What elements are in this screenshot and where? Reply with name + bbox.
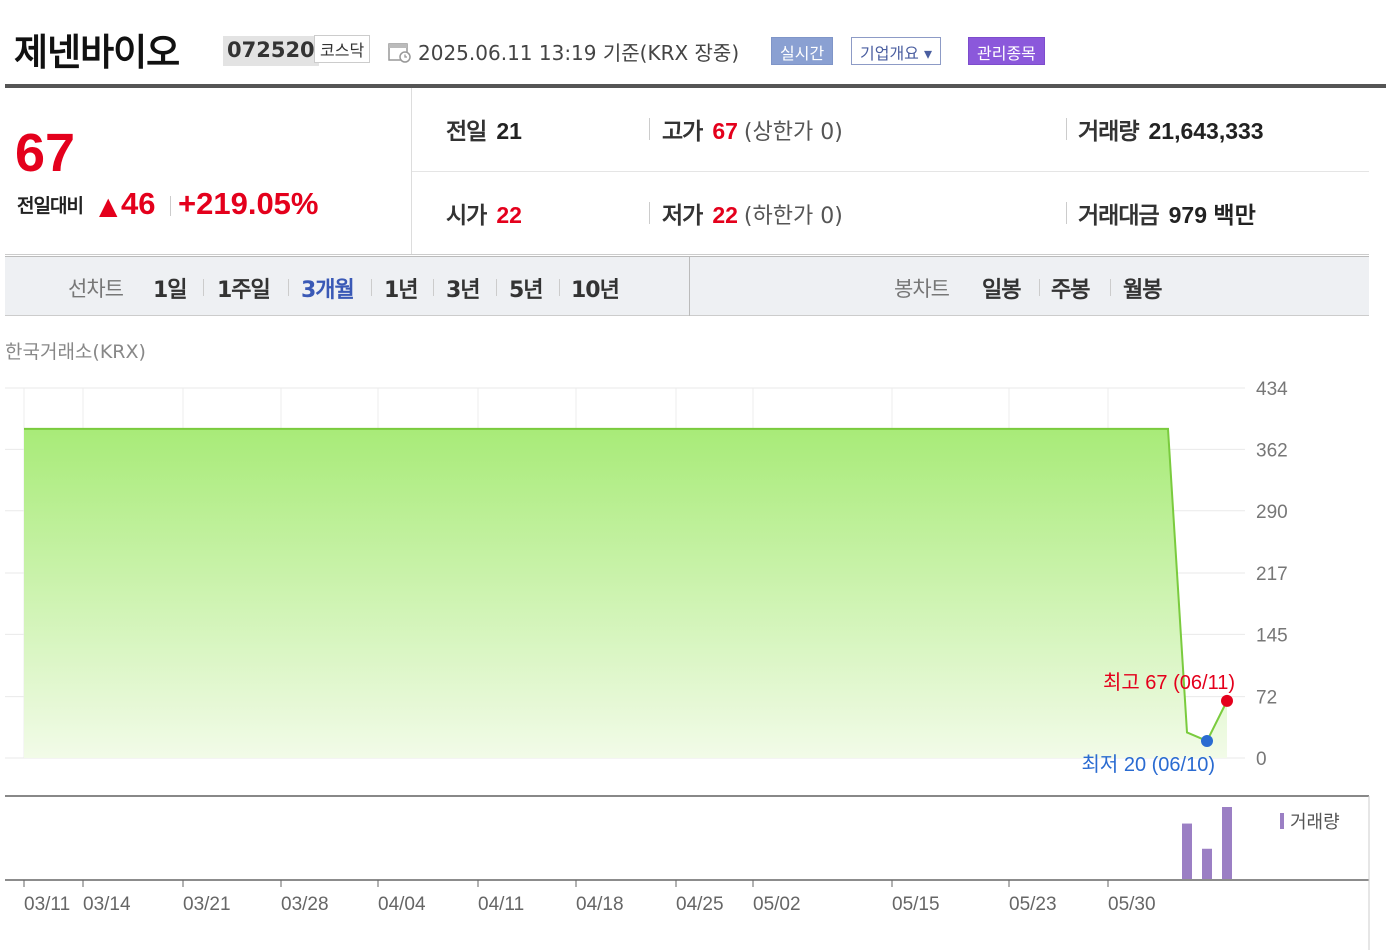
market-badge: 코스닥 bbox=[314, 35, 371, 63]
x-tick-label: 03/21 bbox=[183, 894, 231, 915]
divider bbox=[1066, 118, 1067, 140]
current-price: 67 bbox=[15, 123, 76, 183]
stock-code: 072520 bbox=[223, 36, 319, 66]
high-annotation: 최고 67 (06/11) bbox=[1103, 671, 1235, 694]
tab-5year[interactable]: 5년 bbox=[509, 272, 544, 304]
x-tick-label: 04/11 bbox=[478, 894, 524, 915]
tab-daily-candle[interactable]: 일봉 bbox=[982, 272, 1021, 304]
volume-value: 21,643,333 bbox=[1148, 118, 1264, 144]
company-info-dropdown[interactable]: 기업개요 ▾ bbox=[851, 37, 941, 65]
x-tick-label: 05/02 bbox=[753, 894, 801, 915]
calendar-icon bbox=[388, 43, 411, 63]
realtime-button[interactable]: 실시간 bbox=[771, 37, 834, 65]
price-summary: 67 전일대비 ▲ 46 +219.05% bbox=[5, 88, 412, 255]
y-tick-label: 290 bbox=[1256, 502, 1288, 523]
price-change: 46 bbox=[121, 186, 156, 221]
managed-stock-badge[interactable]: 관리종목 bbox=[968, 37, 1045, 65]
tab-1year[interactable]: 1년 bbox=[384, 272, 419, 304]
volume-bar bbox=[1182, 823, 1192, 879]
x-tick-label: 03/14 bbox=[83, 894, 131, 915]
high-stat: 고가 67 (상한가 0) bbox=[662, 112, 843, 146]
low-point-marker bbox=[1201, 734, 1213, 747]
data-source: 한국거래소(KRX) bbox=[5, 341, 146, 363]
divider bbox=[1110, 279, 1111, 296]
x-tick-label: 05/15 bbox=[892, 894, 940, 915]
open-stat: 시가 22 bbox=[446, 196, 522, 230]
tab-weekly-candle[interactable]: 주봉 bbox=[1051, 272, 1090, 304]
divider bbox=[433, 279, 434, 296]
divider bbox=[288, 279, 289, 296]
volume-bar bbox=[1222, 807, 1232, 879]
divider bbox=[559, 279, 560, 296]
low-value: 22 bbox=[712, 202, 738, 228]
x-tick-label: 05/30 bbox=[1108, 894, 1156, 915]
x-tick-label: 05/23 bbox=[1009, 894, 1057, 915]
volume-legend-label: 거래량 bbox=[1290, 812, 1340, 832]
divider bbox=[496, 279, 497, 296]
stats-row: 시가 22 저가 22 (하한가 0) 거래대금 979 백만 bbox=[412, 172, 1369, 256]
line-chart-label: 선차트 bbox=[68, 277, 124, 301]
x-tick-label: 04/04 bbox=[378, 894, 426, 915]
low-annotation: 최저 20 (06/10) bbox=[1081, 753, 1215, 776]
y-tick-label: 217 bbox=[1256, 564, 1288, 585]
divider bbox=[5, 254, 1369, 255]
prev-close-value: 21 bbox=[496, 118, 522, 144]
y-tick-label: 145 bbox=[1256, 625, 1288, 646]
amount-stat: 거래대금 979 백만 bbox=[1078, 196, 1256, 230]
y-tick-label: 0 bbox=[1256, 749, 1267, 770]
lower-limit-count: (하한가 0) bbox=[743, 204, 843, 229]
stock-header: 제넨바이오 072520 코스닥 2025.06.11 13:19 기준(KRX… bbox=[0, 0, 1386, 84]
upper-limit-count: (상한가 0) bbox=[743, 120, 843, 145]
tab-10year[interactable]: 10년 bbox=[571, 272, 620, 304]
high-value: 67 bbox=[712, 118, 738, 144]
prev-close-label: 전일 bbox=[446, 119, 487, 145]
candle-chart-label: 봉차트 bbox=[894, 277, 950, 301]
price-area bbox=[24, 428, 1227, 758]
y-tick-label: 72 bbox=[1256, 688, 1277, 709]
tab-3year[interactable]: 3년 bbox=[446, 272, 481, 304]
volume-stat: 거래량 21,643,333 bbox=[1078, 112, 1264, 146]
y-tick-label: 362 bbox=[1256, 440, 1288, 461]
tab-1week[interactable]: 1주일 bbox=[217, 272, 271, 304]
divider bbox=[1066, 202, 1067, 224]
company-name: 제넨바이오 bbox=[14, 31, 180, 74]
chart-tab-bar: 선차트 1일 1주일 3개월 1년 3년 5년 10년 봉차트 일봉 주봉 월봉 bbox=[5, 256, 1369, 316]
volume-label: 거래량 bbox=[1078, 119, 1139, 145]
divider bbox=[1039, 279, 1040, 296]
divider bbox=[649, 118, 650, 140]
high-point-marker bbox=[1221, 694, 1233, 707]
open-value: 22 bbox=[496, 202, 522, 228]
low-stat: 저가 22 (하한가 0) bbox=[662, 196, 843, 230]
x-tick-label: 04/18 bbox=[576, 894, 624, 915]
price-stats: 전일 21 고가 67 (상한가 0) 거래량 21,643,333 시가 22 저가 22… bbox=[412, 88, 1369, 255]
amount-value: 979 백만 bbox=[1168, 202, 1256, 228]
stats-row: 전일 21 고가 67 (상한가 0) 거래량 21,643,333 bbox=[412, 88, 1369, 172]
volume-legend-swatch bbox=[1280, 813, 1284, 829]
x-tick-label: 03/11 bbox=[24, 894, 70, 915]
divider bbox=[170, 196, 171, 216]
divider bbox=[203, 279, 204, 296]
base-datetime: 2025.06.11 13:19 기준(KRX 장중) bbox=[418, 41, 740, 65]
divider bbox=[689, 257, 690, 316]
volume-bar bbox=[1202, 848, 1212, 879]
open-label: 시가 bbox=[446, 203, 487, 229]
price-chart[interactable]: 434 362 290 217 145 72 0 최고 67 (06/11) 최저 20 (06… bbox=[0, 370, 1386, 950]
amount-label: 거래대금 bbox=[1078, 203, 1160, 229]
up-arrow-icon: ▲ bbox=[99, 192, 118, 220]
divider bbox=[649, 202, 650, 224]
x-tick-label: 03/28 bbox=[281, 894, 329, 915]
high-label: 고가 bbox=[662, 119, 703, 145]
prev-close-stat: 전일 21 bbox=[446, 112, 522, 146]
change-label: 전일대비 bbox=[17, 195, 84, 217]
tab-1day[interactable]: 1일 bbox=[153, 272, 188, 304]
low-label: 저가 bbox=[662, 203, 703, 229]
tab-3month[interactable]: 3개월 bbox=[301, 272, 355, 304]
x-tick-label: 04/25 bbox=[676, 894, 724, 915]
divider bbox=[371, 279, 372, 296]
tab-monthly-candle[interactable]: 월봉 bbox=[1123, 272, 1162, 304]
y-tick-label: 434 bbox=[1256, 379, 1288, 400]
change-rate: +219.05% bbox=[178, 186, 319, 221]
